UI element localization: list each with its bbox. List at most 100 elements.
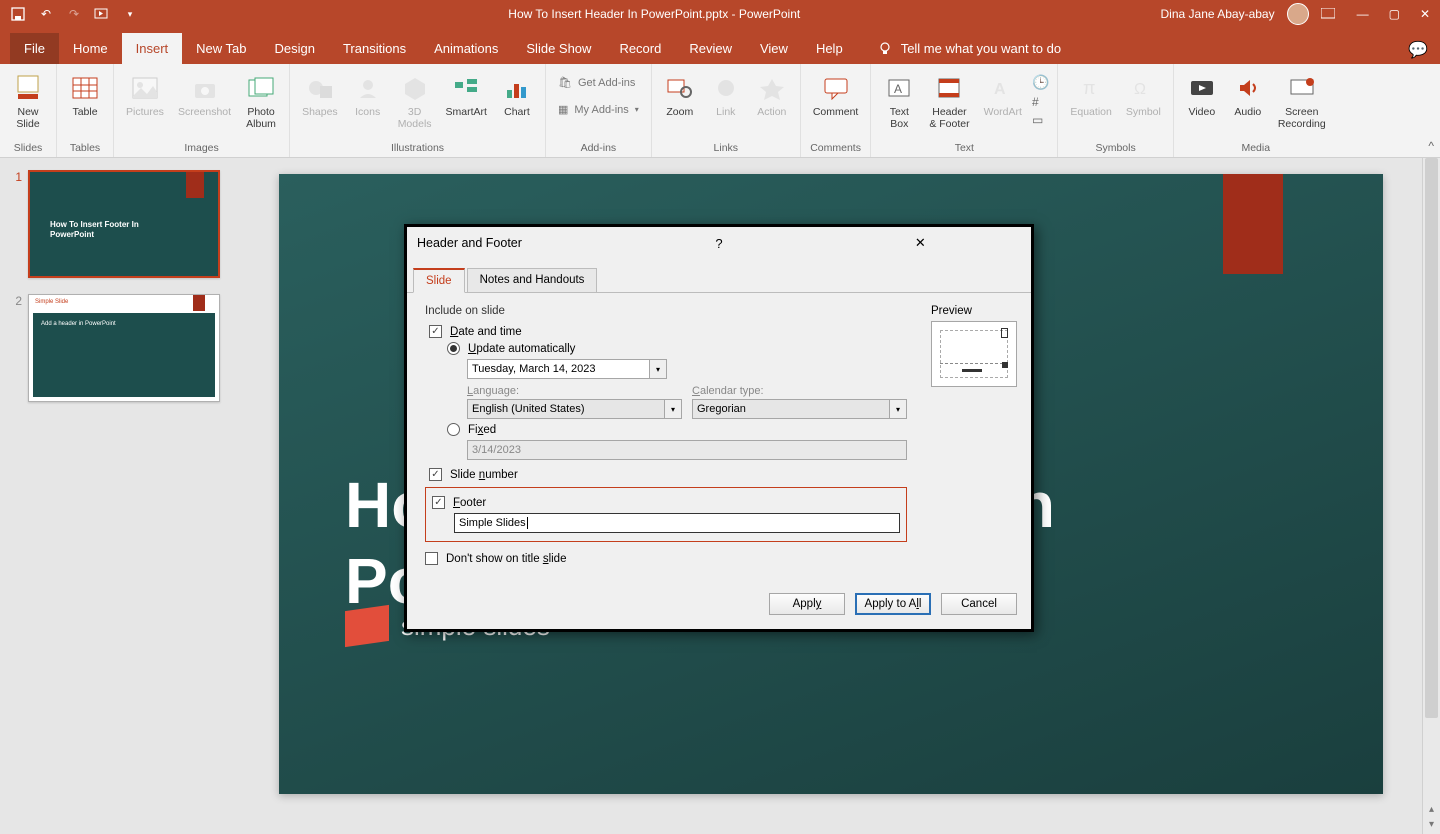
update-auto-radio[interactable] (447, 342, 460, 355)
tab-transitions[interactable]: Transitions (329, 33, 420, 64)
pictures-button[interactable]: Pictures (120, 70, 170, 121)
icons-button[interactable]: Icons (346, 70, 390, 121)
dont-show-title-checkbox[interactable] (425, 552, 438, 565)
zoom-button[interactable]: Zoom (658, 70, 702, 121)
chevron-down-icon: ▾ (649, 360, 666, 378)
quick-access-toolbar: ↶ ↷ ▾ (0, 6, 148, 22)
tab-new-tab[interactable]: New Tab (182, 33, 260, 64)
get-addins-button[interactable]: 🛍Get Add-ins (554, 74, 643, 91)
tell-me-search[interactable]: Tell me what you want to do (867, 32, 1071, 64)
footer-checkbox[interactable]: ✓ (432, 496, 445, 509)
prev-slide-icon[interactable]: ▴ (1429, 804, 1434, 815)
start-from-beginning-icon[interactable] (94, 6, 110, 22)
tab-home[interactable]: Home (59, 33, 122, 64)
photo-album-button[interactable]: Photo Album (239, 70, 283, 132)
smartart-button[interactable]: SmartArt (440, 70, 493, 121)
qat-more-icon[interactable]: ▾ (122, 6, 138, 22)
table-button[interactable]: Table (63, 70, 107, 121)
slide-thumbnail-1[interactable]: How To Insert Footer InPowerPoint (28, 170, 220, 278)
cancel-button[interactable]: Cancel (941, 593, 1017, 615)
preview-label: Preview (931, 305, 972, 317)
footer-label: Footer (453, 497, 486, 509)
date-time-checkbox[interactable]: ✓ (429, 325, 442, 338)
redo-icon[interactable]: ↷ (66, 6, 82, 22)
audio-button[interactable]: Audio (1226, 70, 1270, 121)
tab-record[interactable]: Record (605, 33, 675, 64)
tab-view[interactable]: View (746, 33, 802, 64)
group-label-text: Text (875, 140, 1053, 157)
next-slide-icon[interactable]: ▾ (1429, 819, 1434, 830)
slide-thumbnail-panel[interactable]: 1 How To Insert Footer InPowerPoint 2 Si… (0, 158, 240, 834)
dialog-tab-slide[interactable]: Slide (413, 268, 465, 293)
chart-button[interactable]: Chart (495, 70, 539, 121)
video-button[interactable]: Video (1180, 70, 1224, 121)
group-label-comments: Comments (805, 140, 867, 157)
help-icon[interactable]: ? (618, 236, 819, 251)
wordart-button[interactable]: AWordArt (978, 70, 1028, 121)
text-box-icon: A (883, 72, 915, 104)
slide-number-small-icon[interactable]: # (1032, 95, 1049, 109)
group-label-links: Links (656, 140, 796, 157)
equation-icon: π (1075, 72, 1107, 104)
share-icon[interactable]: 💬 (1408, 40, 1428, 60)
slide-thumbnail-2[interactable]: Simple Slide Add a header in PowerPoint (28, 294, 220, 402)
screenshot-button[interactable]: Screenshot (172, 70, 237, 121)
symbol-button[interactable]: ΩSymbol (1120, 70, 1167, 121)
tab-slide-show[interactable]: Slide Show (512, 33, 605, 64)
scrollbar-thumb[interactable] (1425, 158, 1438, 718)
new-slide-button[interactable]: New Slide (6, 70, 50, 132)
apply-to-all-button[interactable]: Apply to All (855, 593, 931, 615)
my-addins-button[interactable]: ▦My Add-ins ▾ (554, 101, 643, 118)
shapes-button[interactable]: Shapes (296, 70, 344, 121)
group-label-images: Images (118, 140, 285, 157)
tab-animations[interactable]: Animations (420, 33, 512, 64)
language-combo[interactable]: English (United States)▾ (467, 399, 682, 419)
tab-help[interactable]: Help (802, 33, 857, 64)
link-icon (710, 72, 742, 104)
svg-text:A: A (994, 81, 1006, 98)
collapse-ribbon-icon[interactable]: ^ (1428, 139, 1434, 153)
maximize-icon[interactable]: ▢ (1389, 7, 1400, 21)
addin-icon: ▦ (558, 103, 568, 116)
zoom-icon (664, 72, 696, 104)
user-name[interactable]: Dina Jane Abay-abay (1161, 7, 1275, 21)
fixed-radio[interactable] (447, 423, 460, 436)
object-small-icon[interactable]: ▭ (1032, 113, 1049, 127)
close-icon[interactable]: ✕ (820, 235, 1021, 251)
symbol-icon: Ω (1127, 72, 1159, 104)
action-button[interactable]: Action (750, 70, 794, 121)
minimize-icon[interactable]: — (1357, 7, 1369, 21)
avatar[interactable] (1287, 3, 1309, 25)
slide-number-checkbox[interactable]: ✓ (429, 468, 442, 481)
calendar-combo[interactable]: Gregorian▾ (692, 399, 907, 419)
date-format-combo[interactable]: Tuesday, March 14, 2023 ▾ (467, 359, 667, 379)
comment-button[interactable]: Comment (807, 70, 865, 121)
header-footer-button[interactable]: Header & Footer (923, 70, 975, 132)
undo-icon[interactable]: ↶ (38, 6, 54, 22)
close-icon[interactable]: ✕ (1420, 7, 1430, 21)
action-icon (756, 72, 788, 104)
document-title: How To Insert Header In PowerPoint.pptx … (148, 7, 1161, 21)
tab-design[interactable]: Design (261, 33, 329, 64)
pictures-icon (129, 72, 161, 104)
vertical-scrollbar[interactable]: ▴ ▾ (1422, 158, 1440, 834)
apply-button[interactable]: Apply (769, 593, 845, 615)
date-time-small-icon[interactable]: 🕒 (1032, 74, 1049, 91)
fixed-date-input: 3/14/2023 (467, 440, 907, 460)
screen-recording-icon (1286, 72, 1318, 104)
footer-text-input[interactable]: Simple Slides (454, 513, 900, 533)
tab-review[interactable]: Review (675, 33, 746, 64)
tab-insert[interactable]: Insert (122, 33, 183, 64)
ribbon-insert: New Slide Slides Table Tables Pictures S… (0, 64, 1440, 158)
titlebar: ↶ ↷ ▾ How To Insert Header In PowerPoint… (0, 0, 1440, 28)
equation-button[interactable]: πEquation (1064, 70, 1117, 121)
dialog-tab-notes[interactable]: Notes and Handouts (467, 268, 598, 293)
dialog-titlebar[interactable]: Header and Footer ? ✕ (407, 227, 1031, 259)
display-options-icon[interactable] (1321, 8, 1335, 20)
tab-file[interactable]: File (10, 33, 59, 64)
link-button[interactable]: Link (704, 70, 748, 121)
screen-recording-button[interactable]: Screen Recording (1272, 70, 1332, 132)
text-box-button[interactable]: AText Box (877, 70, 921, 132)
3d-models-button[interactable]: 3D Models (392, 70, 438, 132)
save-icon[interactable] (10, 6, 26, 22)
